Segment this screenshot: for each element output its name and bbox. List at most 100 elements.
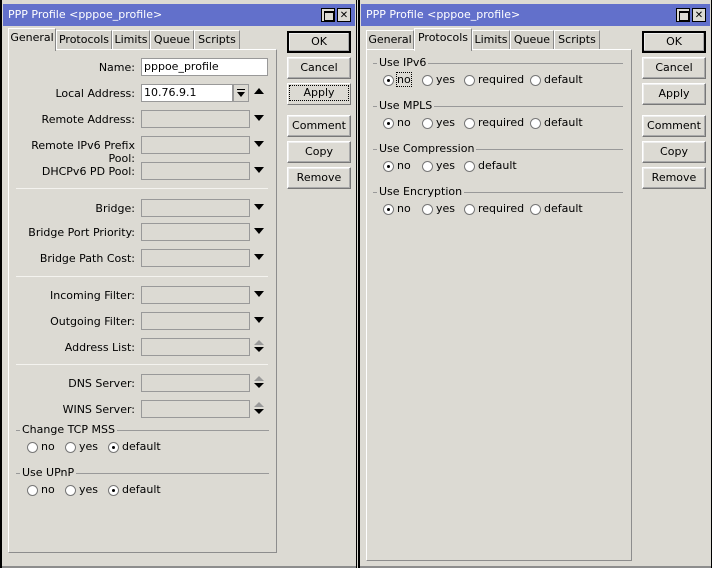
dns-server-label: DNS Server: <box>68 377 135 390</box>
use-encryption-yes-radio[interactable]: yes <box>422 202 455 216</box>
radio-label: default <box>478 159 517 172</box>
radio-circle <box>464 161 475 172</box>
local-address-label: Local Address: <box>55 87 135 100</box>
tab-queue[interactable]: Queue <box>150 30 194 50</box>
use-ipv6-required-radio[interactable]: required <box>464 73 524 87</box>
use-upnp-yes-radio[interactable]: yes <box>65 483 98 497</box>
use-upnp-default-radio[interactable]: default <box>108 483 161 497</box>
use-compression-no-radio[interactable]: no <box>383 159 411 173</box>
maximize-icon[interactable] <box>321 8 335 22</box>
wins-server-expand-icon[interactable] <box>254 402 264 416</box>
dns-server-expand-icon[interactable] <box>254 376 264 390</box>
title-bar[interactable]: PPP Profile <pppoe_profile> <box>3 4 355 27</box>
bridge-path-cost-select[interactable] <box>141 249 250 267</box>
remote-ipv6-prefix-pool-select[interactable] <box>141 136 250 154</box>
collapse-arrow-icon[interactable] <box>254 88 264 94</box>
use-encryption-no-radio[interactable]: no <box>383 202 411 216</box>
use-ipv6-yes-radio[interactable]: yes <box>422 73 455 87</box>
radio-label: no <box>397 202 411 215</box>
use-ipv6-group: Use IPv6 <box>373 56 623 70</box>
address-list-input[interactable] <box>141 338 250 356</box>
local-address-dropdown-button[interactable] <box>233 84 249 102</box>
radio-circle <box>530 204 541 215</box>
radio-circle <box>27 485 38 496</box>
use-mpls-group: Use MPLS <box>373 99 623 113</box>
use-mpls-required-radio[interactable]: required <box>464 116 524 130</box>
use-compression-default-radio[interactable]: default <box>464 159 517 173</box>
maximize-icon[interactable] <box>676 8 690 22</box>
bridge-port-priority-select[interactable] <box>141 223 250 241</box>
bridge-select[interactable] <box>141 199 250 217</box>
ok-button[interactable]: OK <box>287 31 351 53</box>
radio-circle <box>65 485 76 496</box>
use-mpls-title: Use MPLS <box>377 99 435 113</box>
close-icon[interactable] <box>337 5 351 27</box>
bridge-port-priority-dropdown-icon[interactable] <box>254 228 264 234</box>
use-mpls-default-radio[interactable]: default <box>530 116 583 130</box>
address-list-expand-icon[interactable] <box>254 340 264 354</box>
comment-button[interactable]: Comment <box>642 115 706 137</box>
use-compression-yes-radio[interactable]: yes <box>422 159 455 173</box>
remote-ipv6-dropdown-icon[interactable] <box>254 141 264 147</box>
bridge-label: Bridge: <box>95 202 135 215</box>
radio-label: yes <box>436 202 456 215</box>
change-tcp-mss-group: Change TCP MSS <box>16 423 269 437</box>
use-ipv6-no-radio[interactable]: no <box>383 72 412 87</box>
tab-queue[interactable]: Queue <box>510 30 554 50</box>
comment-button[interactable]: Comment <box>287 115 351 137</box>
use-mpls-no-radio[interactable]: no <box>383 116 411 130</box>
local-address-input[interactable]: 10.76.9.1 <box>141 84 233 102</box>
tab-general[interactable]: General <box>8 28 56 51</box>
cancel-button[interactable]: Cancel <box>287 57 351 79</box>
remote-address-select[interactable] <box>141 110 250 128</box>
name-input[interactable]: pppoe_profile <box>141 58 268 76</box>
radio-circle <box>530 118 541 129</box>
radio-circle-selected <box>383 161 394 172</box>
radio-label: default <box>544 202 583 215</box>
use-upnp-title: Use UPnP <box>20 466 77 480</box>
radio-circle <box>464 204 475 215</box>
dhcpv6-dropdown-icon[interactable] <box>254 167 264 173</box>
tab-limits[interactable]: Limits <box>472 30 510 50</box>
tab-protocols[interactable]: Protocols <box>414 28 472 51</box>
cancel-button[interactable]: Cancel <box>642 57 706 79</box>
radio-circle-selected <box>108 485 119 496</box>
tab-protocols[interactable]: Protocols <box>56 30 112 50</box>
incoming-filter-select[interactable] <box>141 286 250 304</box>
bridge-dropdown-icon[interactable] <box>254 204 264 210</box>
remove-button[interactable]: Remove <box>642 167 706 189</box>
change-tcp-mss-no-radio[interactable]: no <box>27 440 55 454</box>
change-tcp-mss-yes-radio[interactable]: yes <box>65 440 98 454</box>
apply-button[interactable]: Apply <box>287 83 351 105</box>
outgoing-filter-label: Outgoing Filter: <box>50 315 135 328</box>
remote-address-dropdown-icon[interactable] <box>254 115 264 121</box>
radio-label: yes <box>79 440 99 453</box>
tab-general[interactable]: General <box>366 30 414 50</box>
title-bar[interactable]: PPP Profile <pppoe_profile> <box>361 4 710 27</box>
dhcpv6-pd-pool-select[interactable] <box>141 162 250 180</box>
remove-button[interactable]: Remove <box>287 167 351 189</box>
change-tcp-mss-default-radio[interactable]: default <box>108 440 161 454</box>
copy-button[interactable]: Copy <box>642 141 706 163</box>
copy-button[interactable]: Copy <box>287 141 351 163</box>
tab-scripts[interactable]: Scripts <box>194 30 240 50</box>
use-ipv6-default-radio[interactable]: default <box>530 73 583 87</box>
use-upnp-no-radio[interactable]: no <box>27 483 55 497</box>
use-mpls-yes-radio[interactable]: yes <box>422 116 455 130</box>
dns-server-input[interactable] <box>141 374 250 392</box>
apply-button[interactable]: Apply <box>642 83 706 105</box>
outgoing-filter-dropdown-icon[interactable] <box>254 317 264 323</box>
incoming-filter-dropdown-icon[interactable] <box>254 291 264 297</box>
tab-limits[interactable]: Limits <box>112 30 150 50</box>
radio-circle <box>530 75 541 86</box>
ok-button[interactable]: OK <box>642 31 706 53</box>
radio-label: required <box>478 73 525 86</box>
tab-scripts[interactable]: Scripts <box>554 30 600 50</box>
use-encryption-required-radio[interactable]: required <box>464 202 524 216</box>
use-encryption-default-radio[interactable]: default <box>530 202 583 216</box>
wins-server-label: WINS Server: <box>62 403 135 416</box>
wins-server-input[interactable] <box>141 400 250 418</box>
bridge-path-cost-dropdown-icon[interactable] <box>254 254 264 260</box>
outgoing-filter-select[interactable] <box>141 312 250 330</box>
close-icon[interactable] <box>692 5 706 27</box>
